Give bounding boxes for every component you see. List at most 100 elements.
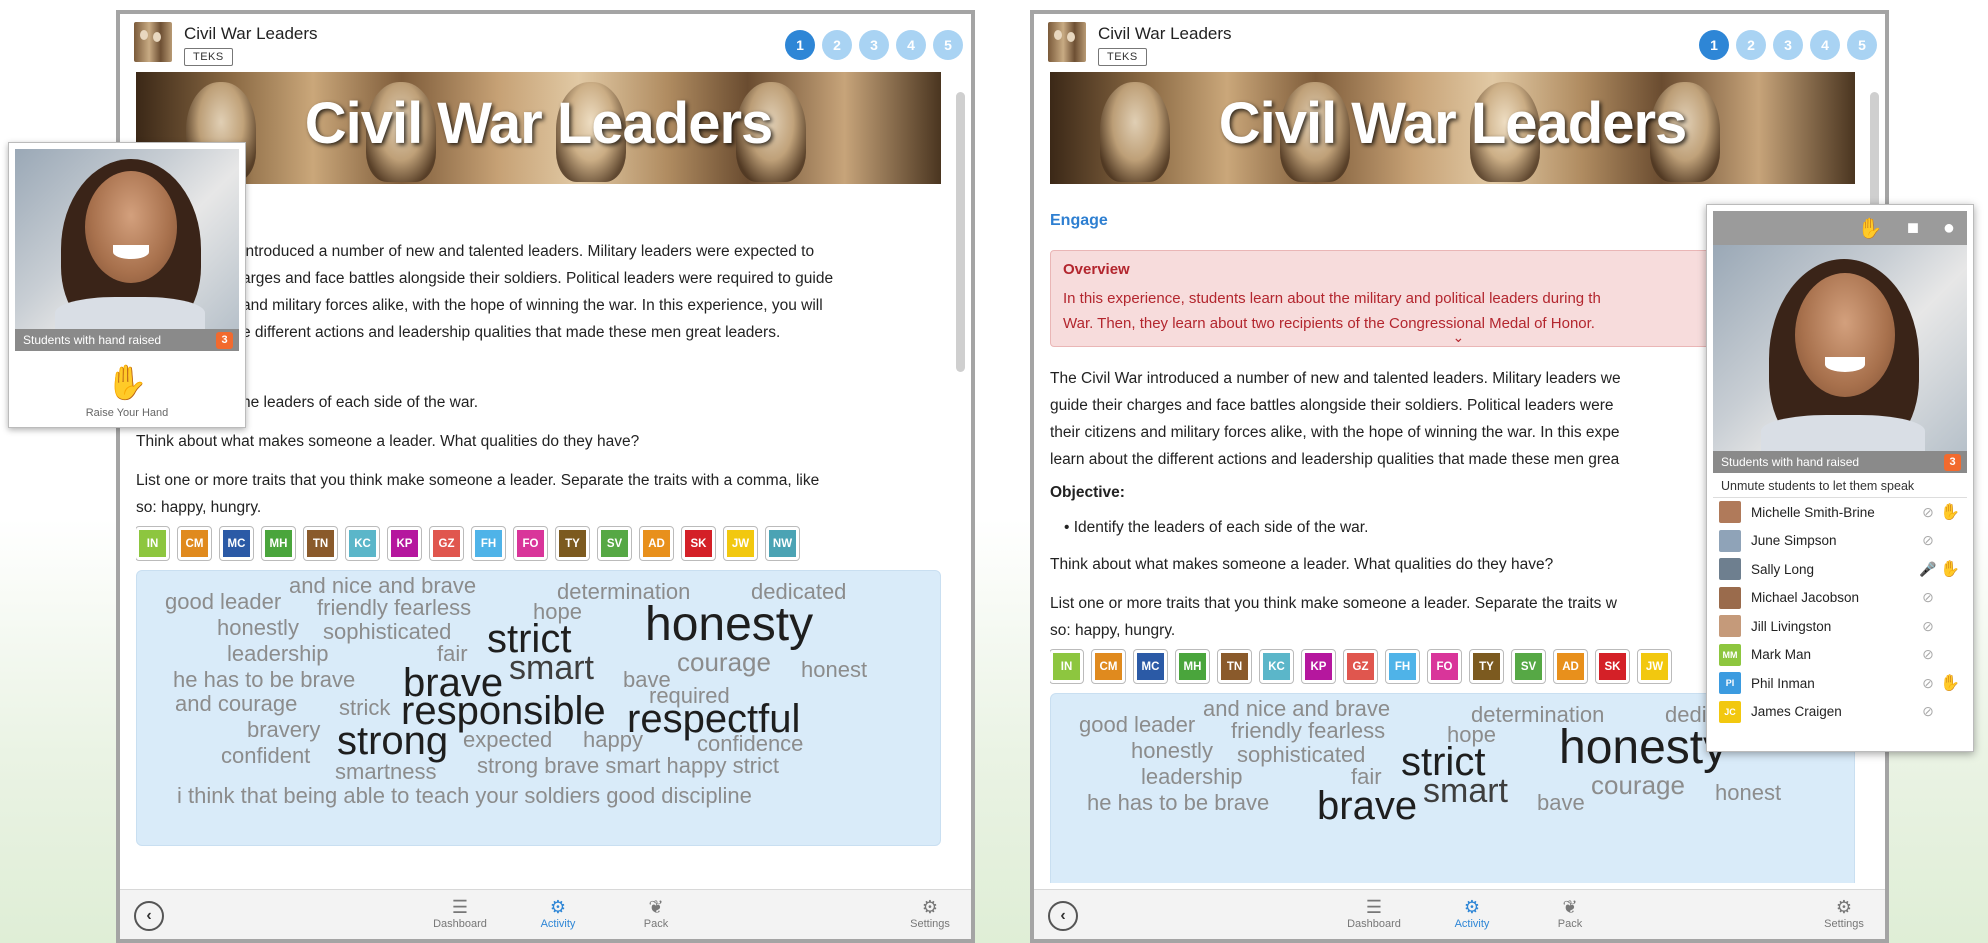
settings-button[interactable]: ⚙ Settings bbox=[890, 896, 970, 930]
student-tag[interactable]: SV bbox=[1511, 649, 1546, 684]
pack-button[interactable]: ❦ Pack bbox=[616, 896, 696, 930]
student-tag[interactable]: CM bbox=[1091, 649, 1126, 684]
student-row[interactable]: PI Phil Inman ⊘ ✋ bbox=[1713, 669, 1967, 698]
cloud-word: strick bbox=[339, 695, 391, 720]
student-tag[interactable]: MC bbox=[1133, 649, 1168, 684]
back-button[interactable]: ‹ bbox=[134, 901, 164, 931]
settings-button[interactable]: ⚙ Settings bbox=[1804, 896, 1884, 930]
list-prompt-line-1: List one or more traits that you think m… bbox=[136, 472, 820, 489]
student-name: Mark Man bbox=[1751, 647, 1812, 663]
microphone-muted-icon[interactable]: ⊘ bbox=[1917, 703, 1939, 720]
student-tag[interactable]: FH bbox=[471, 526, 506, 561]
student-row[interactable]: Jill Livingston ⊘ bbox=[1713, 612, 1967, 641]
student-tag[interactable]: FH bbox=[1385, 649, 1420, 684]
student-row[interactable]: MM Mark Man ⊘ bbox=[1713, 641, 1967, 670]
step-2-button[interactable]: 2 bbox=[822, 30, 852, 60]
settings-label: Settings bbox=[910, 918, 950, 930]
microphone-icon[interactable]: 🎤 bbox=[1917, 561, 1939, 578]
step-4-button[interactable]: 4 bbox=[1810, 30, 1840, 60]
step-3-button[interactable]: 3 bbox=[1773, 30, 1803, 60]
raise-hand-button[interactable]: ✋ Raise Your Hand bbox=[15, 351, 239, 419]
footer-nav: ‹ ☰ Dashboard ⚙ Activity ❦ Pack ⚙ Settin… bbox=[1034, 889, 1885, 939]
pack-button[interactable]: ❦ Pack bbox=[1530, 896, 1610, 930]
cloud-word: honestly bbox=[217, 615, 299, 640]
activity-button[interactable]: ⚙ Activity bbox=[518, 896, 598, 930]
student-tag[interactable]: KP bbox=[1301, 649, 1336, 684]
activity-button[interactable]: ⚙ Activity bbox=[1432, 896, 1512, 930]
pack-label: Pack bbox=[643, 918, 669, 930]
microphone-muted-icon[interactable]: ⊘ bbox=[1917, 618, 1939, 635]
student-tag[interactable]: AD bbox=[1553, 649, 1588, 684]
microphone-muted-icon[interactable]: ⊘ bbox=[1917, 646, 1939, 663]
student-tag[interactable]: GZ bbox=[429, 526, 464, 561]
student-tag[interactable]: MC bbox=[219, 526, 254, 561]
avatar: PI bbox=[1719, 672, 1741, 695]
student-row[interactable]: JC James Craigen ⊘ bbox=[1713, 698, 1967, 727]
student-tag[interactable]: AD bbox=[639, 526, 674, 561]
student-tag[interactable]: SK bbox=[1595, 649, 1630, 684]
dashboard-button[interactable]: ☰ Dashboard bbox=[420, 896, 500, 930]
step-2-button[interactable]: 2 bbox=[1736, 30, 1766, 60]
student-tag[interactable]: FO bbox=[513, 526, 548, 561]
lesson-thumbnail bbox=[1048, 22, 1086, 62]
student-row[interactable]: Michelle Smith-Brine ⊘ ✋ bbox=[1713, 498, 1967, 527]
raised-hand-icon: ✋ bbox=[1940, 504, 1960, 522]
dashboard-icon: ☰ bbox=[1365, 897, 1383, 917]
pack-icon: ❦ bbox=[1562, 897, 1578, 917]
student-video-widget[interactable]: Students with hand raised 3 ✋ Raise Your… bbox=[8, 142, 246, 428]
student-tag[interactable]: TY bbox=[555, 526, 590, 561]
microphone-muted-icon[interactable]: ⊘ bbox=[1917, 589, 1939, 606]
chevron-down-icon[interactable]: ⌄ bbox=[1453, 329, 1465, 346]
student-tag[interactable]: MH bbox=[261, 526, 296, 561]
cloud-word: expected bbox=[463, 727, 553, 752]
student-tag[interactable]: TN bbox=[1217, 649, 1252, 684]
step-5-button[interactable]: 5 bbox=[933, 30, 963, 60]
cloud-word: leadership bbox=[227, 641, 329, 666]
gear-icon: ⚙ bbox=[1835, 897, 1853, 917]
student-tag[interactable]: KC bbox=[345, 526, 380, 561]
student-tag[interactable]: JW bbox=[723, 526, 758, 561]
back-button[interactable]: ‹ bbox=[1048, 901, 1078, 931]
scrollbar[interactable] bbox=[956, 92, 965, 372]
step-1-button[interactable]: 1 bbox=[785, 30, 815, 60]
objective-text: he leaders of each side of the war. bbox=[242, 394, 479, 411]
student-tag[interactable]: SK bbox=[681, 526, 716, 561]
banner-title: Civil War Leaders bbox=[304, 91, 774, 156]
hand-icon[interactable]: ✋ bbox=[1858, 216, 1883, 241]
student-name: James Craigen bbox=[1751, 704, 1842, 720]
step-4-button[interactable]: 4 bbox=[896, 30, 926, 60]
teacher-video-widget[interactable]: ✋ ■ ● Students with hand raised 3 Unmute… bbox=[1706, 204, 1974, 752]
microphone-muted-icon[interactable]: ⊘ bbox=[1917, 532, 1939, 549]
student-tag[interactable]: CM bbox=[177, 526, 212, 561]
student-row[interactable]: Michael Jacobson ⊘ bbox=[1713, 584, 1967, 613]
student-tag[interactable]: IN bbox=[136, 526, 170, 561]
dashboard-button[interactable]: ☰ Dashboard bbox=[1334, 896, 1414, 930]
student-tag[interactable]: KC bbox=[1259, 649, 1294, 684]
step-1-button[interactable]: 1 bbox=[1699, 30, 1729, 60]
student-tag[interactable]: TN bbox=[303, 526, 338, 561]
student-tag[interactable]: KP bbox=[387, 526, 422, 561]
cloud-word: he has to be brave bbox=[1087, 790, 1270, 815]
student-tag[interactable]: FO bbox=[1427, 649, 1462, 684]
step-3-button[interactable]: 3 bbox=[859, 30, 889, 60]
student-row[interactable]: June Simpson ⊘ bbox=[1713, 527, 1967, 556]
microphone-muted-icon[interactable]: ⊘ bbox=[1917, 504, 1939, 521]
student-tag[interactable]: JW bbox=[1637, 649, 1672, 684]
student-tag[interactable]: NW bbox=[765, 526, 800, 561]
step-5-button[interactable]: 5 bbox=[1847, 30, 1877, 60]
student-row[interactable]: Sally Long 🎤 ✋ bbox=[1713, 555, 1967, 584]
student-tag[interactable]: IN bbox=[1050, 649, 1084, 684]
student-tag[interactable]: GZ bbox=[1343, 649, 1378, 684]
teks-badge[interactable]: TEKS bbox=[184, 48, 233, 66]
dashboard-label: Dashboard bbox=[1347, 918, 1401, 930]
cloud-word: he has to be brave bbox=[173, 667, 356, 692]
microphone-muted-icon[interactable]: ⊘ bbox=[1917, 675, 1939, 692]
microphone-icon[interactable]: ● bbox=[1943, 217, 1955, 240]
student-tag[interactable]: SV bbox=[597, 526, 632, 561]
student-tag[interactable]: MH bbox=[1175, 649, 1210, 684]
hand-raised-count: 3 bbox=[1944, 454, 1961, 471]
cloud-word: honest bbox=[1715, 780, 1782, 805]
camera-icon[interactable]: ■ bbox=[1907, 217, 1919, 240]
teks-badge[interactable]: TEKS bbox=[1098, 48, 1147, 66]
student-tag[interactable]: TY bbox=[1469, 649, 1504, 684]
